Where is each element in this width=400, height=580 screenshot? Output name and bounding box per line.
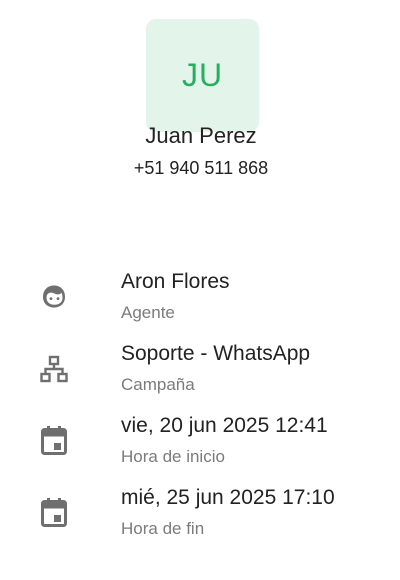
sitemap-icon — [38, 353, 70, 385]
campaign-label: Campaña — [121, 375, 195, 394]
detail-row-campaign: Soporte - WhatsApp Campaña — [0, 342, 400, 398]
calendar-icon — [38, 424, 70, 456]
start-time-label: Hora de inicio — [121, 447, 225, 466]
end-time-label: Hora de fin — [121, 519, 205, 538]
contact-name: Juan Perez — [145, 123, 257, 148]
agent-label: Agente — [121, 303, 175, 322]
campaign-name: Soporte - WhatsApp — [121, 342, 311, 365]
contact-header: JU — [0, 19, 400, 132]
start-time-value: vie, 20 jun 2025 12:41 — [121, 414, 328, 437]
agent-icon — [38, 280, 70, 312]
contact-phone: +51 940 511 868 — [133, 158, 269, 178]
detail-row-start-time: vie, 20 jun 2025 12:41 Hora de inicio — [0, 414, 400, 470]
end-time-value: mié, 25 jun 2025 17:10 — [121, 486, 335, 509]
detail-row-end-time: mié, 25 jun 2025 17:10 Hora de fin — [0, 486, 400, 542]
avatar: JU — [146, 19, 259, 132]
agent-name: Aron Flores — [121, 270, 230, 293]
calendar-icon — [38, 496, 70, 528]
avatar-initials: JU — [181, 57, 224, 93]
detail-row-agent: Aron Flores Agente — [0, 270, 400, 326]
